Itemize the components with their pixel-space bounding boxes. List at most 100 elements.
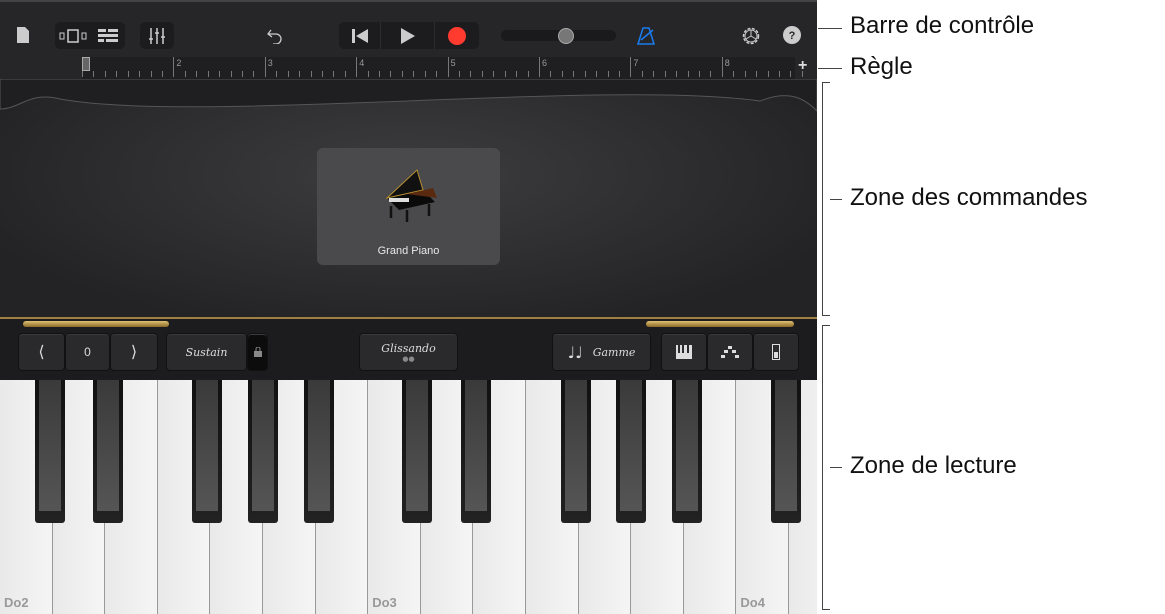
scale-label: Gamme — [592, 345, 636, 359]
undo-icon[interactable] — [263, 22, 287, 49]
beat-tick — [459, 71, 461, 77]
black-key[interactable] — [672, 380, 702, 523]
rewind-icon[interactable] — [339, 22, 381, 49]
transport-group — [339, 22, 479, 49]
piano-keyboard[interactable]: Do2 Do3 Do4 — [0, 380, 817, 614]
instrument-name: Grand Piano — [377, 245, 440, 257]
bar-number: 8 — [724, 58, 730, 68]
instrument-tile[interactable]: Grand Piano — [317, 148, 500, 265]
beat-tick — [733, 71, 735, 77]
beat-tick — [596, 71, 598, 77]
octave-down-button[interactable]: ⟨ — [18, 333, 65, 371]
chevron-left-icon: ⟨ — [38, 344, 45, 361]
beat-tick — [424, 71, 426, 77]
black-key[interactable] — [248, 380, 278, 523]
beat-tick — [230, 71, 232, 77]
beat-tick — [104, 71, 106, 77]
view-toggle-icon[interactable] — [55, 22, 90, 49]
beat-tick — [561, 71, 563, 77]
beat-tick — [527, 71, 529, 77]
ruler-track[interactable]: 12345678 — [82, 57, 803, 79]
bar-line — [264, 57, 266, 77]
beat-tick — [550, 71, 552, 77]
add-section-button[interactable]: + — [798, 57, 807, 75]
black-key[interactable] — [461, 380, 491, 523]
octave-up-button[interactable]: ⟩ — [110, 333, 158, 371]
bar-line — [721, 57, 723, 77]
metronome-icon[interactable] — [634, 22, 658, 49]
beat-tick — [698, 71, 700, 77]
black-key[interactable] — [304, 380, 334, 523]
beat-tick — [310, 71, 312, 77]
arpeggiator-button[interactable] — [707, 333, 753, 371]
page-dots: ●● — [402, 354, 415, 363]
beat-tick — [299, 71, 301, 77]
arpeggiator-icon — [721, 346, 739, 358]
key-label: Do4 — [740, 595, 765, 610]
settings-icon[interactable] — [739, 22, 763, 49]
scale-button[interactable]: ♩♩ Gamme — [552, 333, 651, 371]
bar-line — [356, 57, 358, 77]
beat-tick — [241, 71, 243, 77]
callout-line — [818, 28, 842, 29]
beat-tick — [413, 71, 415, 77]
beat-tick — [618, 71, 620, 77]
ruler[interactable]: 12345678 + — [0, 57, 817, 79]
beat-tick — [756, 71, 758, 77]
keyboard-icon — [676, 345, 692, 359]
volume-slider[interactable] — [501, 28, 616, 44]
mixer-icon[interactable] — [140, 22, 174, 49]
black-key[interactable] — [192, 380, 222, 523]
black-key[interactable] — [93, 380, 123, 523]
beat-tick — [401, 71, 403, 77]
glissando-button[interactable]: Glissando ●● — [359, 333, 458, 371]
volume-slider-thumb[interactable] — [558, 28, 574, 44]
bar-number: 2 — [176, 58, 182, 68]
black-key[interactable] — [616, 380, 646, 523]
control-bar: ? — [0, 0, 817, 57]
beat-tick — [676, 71, 678, 77]
callout-control-bar: Barre de contrôle — [850, 12, 1035, 39]
beat-tick — [767, 71, 769, 77]
bar-line — [630, 57, 632, 77]
bar-line — [539, 57, 540, 77]
beat-tick — [333, 71, 335, 77]
octave-value: 0 — [65, 333, 110, 371]
key-label: Do3 — [372, 595, 397, 610]
callout-play-area: Zone de lecture — [850, 452, 1017, 479]
garageband-app: ? 12345678 + Grand Piano ⟨ 0 ⟩ Sustain G… — [0, 0, 817, 614]
tracks-icon[interactable] — [90, 22, 125, 49]
beat-tick — [139, 71, 141, 77]
beat-tick — [93, 71, 95, 77]
record-icon[interactable] — [435, 22, 479, 49]
beat-tick — [493, 71, 495, 77]
velocity-button[interactable] — [753, 333, 799, 371]
bar-number: 6 — [542, 58, 548, 68]
callout-line — [818, 68, 842, 69]
playhead[interactable] — [82, 57, 90, 71]
black-key[interactable] — [771, 380, 801, 523]
black-key[interactable] — [402, 380, 432, 523]
beat-tick — [276, 71, 278, 77]
black-key[interactable] — [35, 380, 65, 523]
sustain-label: Sustain — [185, 345, 228, 359]
black-key[interactable] — [561, 380, 591, 523]
beat-tick — [344, 71, 346, 77]
play-icon[interactable] — [381, 22, 435, 49]
bar-number: 5 — [450, 58, 456, 68]
help-icon[interactable]: ? — [782, 24, 802, 46]
bar-number: 3 — [267, 58, 273, 68]
sustain-lock-button[interactable] — [247, 333, 268, 371]
document-icon[interactable] — [12, 22, 34, 48]
beat-tick — [379, 71, 381, 77]
beat-tick — [653, 71, 655, 77]
keyboard-layout-button[interactable] — [661, 333, 707, 371]
octave-value-text: 0 — [84, 345, 91, 359]
beat-tick — [778, 71, 780, 77]
play-area: ⟨ 0 ⟩ Sustain Glissando ●● ♩♩ Gamme Do2 Do3… — [0, 321, 817, 614]
sustain-button[interactable]: Sustain — [166, 333, 247, 371]
lock-icon — [253, 347, 262, 357]
beat-tick — [710, 71, 712, 77]
gold-hinge-right — [646, 321, 794, 327]
velocity-icon — [772, 344, 780, 360]
